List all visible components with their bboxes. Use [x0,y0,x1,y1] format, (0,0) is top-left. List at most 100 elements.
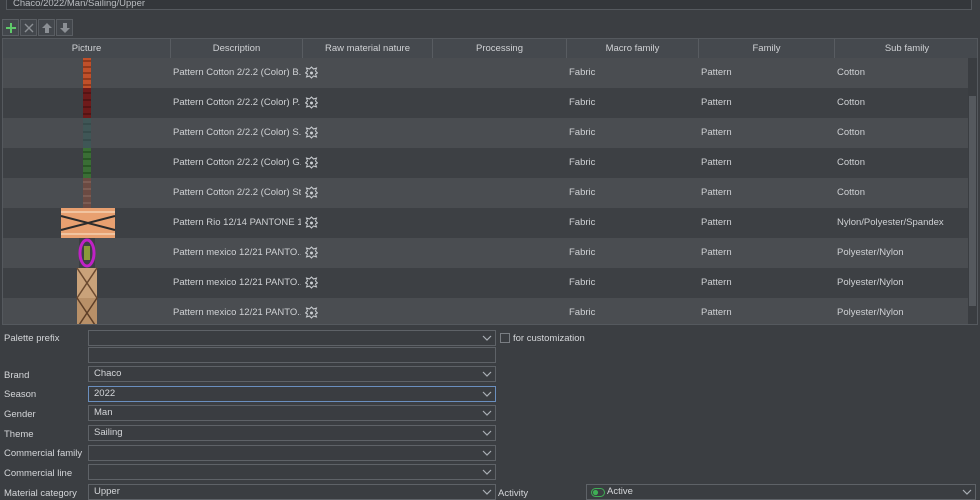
family-cell: Pattern [701,97,732,108]
for-customization-label: for customization [513,333,585,344]
material-category-combo[interactable]: Upper [88,484,496,500]
table-row[interactable]: Pattern Rio 12/14 PANTONE 1... Fabric Patt… [3,208,969,238]
macro-family-cell: Fabric [569,67,596,78]
chevron-down-icon [482,391,492,397]
theme-value: Sailing [94,427,123,438]
material-thumbnail [76,297,98,324]
sub-family-cell: Cotton [837,67,865,78]
column-header-sub-family[interactable]: Sub family [835,39,977,58]
leather-hide-icon [305,96,318,109]
family-cell: Pattern [701,157,732,168]
material-thumbnail [78,238,96,268]
activity-combo[interactable]: Active [586,484,976,500]
macro-family-cell: Fabric [569,277,596,288]
column-header-picture[interactable]: Picture [3,39,171,58]
column-header-family[interactable]: Family [699,39,835,58]
family-cell: Pattern [701,307,732,318]
family-cell: Pattern [701,247,732,258]
palette-prefix-combo[interactable] [88,330,496,346]
table-row[interactable]: Pattern Cotton 2/2.2 (Color) G... Fabric P… [3,148,969,178]
plus-icon [5,22,16,33]
palette-name-input[interactable] [88,347,496,363]
sub-family-cell: Nylon/Polyester/Spandex [837,217,944,228]
brand-value: Chaco [94,368,122,379]
commercial-family-combo[interactable] [88,445,496,461]
leather-hide-icon [305,246,318,259]
move-up-button[interactable] [38,19,55,36]
move-down-button[interactable] [56,19,73,36]
description-cell: Pattern Rio 12/14 PANTONE 1... [173,217,301,228]
sub-family-cell: Cotton [837,97,865,108]
table-row[interactable]: Pattern Cotton 2/2.2 (Color) St... Fabric… [3,178,969,208]
macro-family-cell: Fabric [569,157,596,168]
material-thumbnail [83,148,91,178]
column-header-macro-family[interactable]: Macro family [567,39,699,58]
sub-family-cell: Cotton [837,157,865,168]
table-row[interactable]: Pattern Cotton 2/2.2 (Color) P... Fabric P… [3,88,969,118]
gender-label: Gender [4,409,36,420]
brand-label: Brand [4,370,30,381]
path-breadcrumb[interactable]: Chaco/2022/Man/Sailing/Upper [6,0,972,10]
sub-family-cell: Cotton [837,127,865,138]
material-thumbnail [60,208,116,238]
macro-family-cell: Fabric [569,187,596,198]
brand-combo[interactable]: Chaco [88,366,496,382]
table-row[interactable]: Pattern mexico 12/21 PANTO... Fabric Patte… [3,267,969,299]
material-thumbnail [83,58,91,88]
column-header-description[interactable]: Description [171,39,303,58]
chevron-down-icon [482,410,492,416]
leather-hide-icon [305,156,318,169]
sub-family-cell: Cotton [837,187,865,198]
family-cell: Pattern [701,127,732,138]
description-cell: Pattern Cotton 2/2.2 (Color) G... [173,157,301,168]
column-header-raw-material-nature[interactable]: Raw material nature [303,39,433,58]
for-customization-checkbox[interactable] [500,333,510,343]
description-cell: Pattern Cotton 2/2.2 (Color) St... [173,187,301,198]
sub-family-cell: Polyester/Nylon [837,277,904,288]
table-row[interactable]: Pattern Cotton 2/2.2 (Color) B... Fabric P… [3,58,969,88]
remove-button[interactable] [20,19,37,36]
add-button[interactable] [2,19,19,36]
season-label: Season [4,389,37,400]
season-value: 2022 [94,388,116,399]
theme-combo[interactable]: Sailing [88,425,496,441]
sub-family-cell: Polyester/Nylon [837,307,904,318]
x-icon [24,23,33,32]
leather-hide-icon [305,186,318,199]
sub-family-cell: Polyester/Nylon [837,247,904,258]
description-cell: Pattern mexico 12/21 PANTO... [173,247,301,258]
description-cell: Pattern mexico 12/21 PANTO... [173,307,301,318]
season-combo[interactable]: 2022 [88,386,496,402]
family-cell: Pattern [701,217,732,228]
description-cell: Pattern Cotton 2/2.2 (Color) P... [173,97,301,108]
description-cell: Pattern Cotton 2/2.2 (Color) B... [173,67,301,78]
theme-label: Theme [4,429,34,440]
grid-scrollbar-thumb[interactable] [969,96,976,306]
leather-hide-icon [305,276,318,289]
description-cell: Pattern mexico 12/21 PANTO... [173,277,301,288]
material-thumbnail [83,178,91,208]
macro-family-cell: Fabric [569,307,596,318]
grid-scrollbar[interactable] [968,58,977,324]
leather-hide-icon [305,66,318,79]
description-cell: Pattern Cotton 2/2.2 (Color) S... [173,127,301,138]
arrow-up-icon [41,22,52,33]
chevron-down-icon [482,489,492,495]
gender-combo[interactable]: Man [88,405,496,421]
chevron-down-icon [482,371,492,377]
material-category-label: Material category [4,488,77,499]
family-cell: Pattern [701,187,732,198]
table-row[interactable]: Pattern mexico 12/21 PANTO... Fabric Patte… [3,238,969,268]
table-row[interactable]: Pattern mexico 12/21 PANTO... Fabric Patte… [3,297,969,324]
column-header-processing[interactable]: Processing [433,39,567,58]
leather-hide-icon [305,126,318,139]
family-cell: Pattern [701,67,732,78]
material-thumbnail [76,267,98,299]
leather-hide-icon [305,306,318,319]
commercial-family-label: Commercial family [4,448,83,459]
table-row[interactable]: Pattern Cotton 2/2.2 (Color) S... Fabric P… [3,118,969,148]
grid-header: Picture Description Raw material nature … [3,39,977,59]
chevron-down-icon [482,469,492,475]
commercial-line-combo[interactable] [88,464,496,480]
chevron-down-icon [482,335,492,341]
